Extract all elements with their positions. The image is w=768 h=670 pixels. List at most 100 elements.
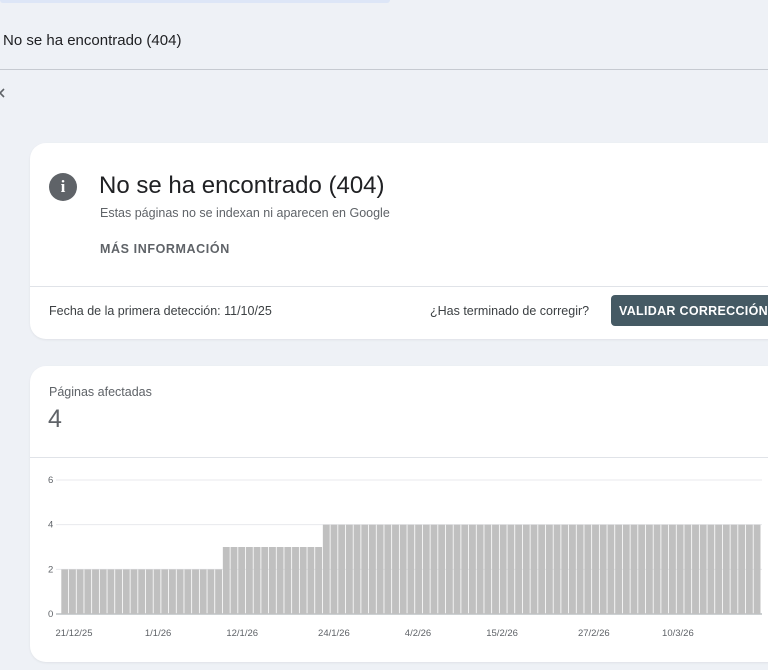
chart-bar [368, 524, 376, 614]
first-detected-date: Fecha de la primera detección: 11/10/25 [49, 304, 272, 318]
chart-bar [384, 524, 392, 614]
x-tick-label: 15/2/26 [486, 628, 518, 639]
chevron-left-icon[interactable] [0, 88, 7, 98]
page-title: No se ha encontrado (404) [3, 32, 182, 49]
chart-bar [138, 569, 146, 614]
chart-bar [292, 547, 299, 614]
chart-bar [253, 547, 261, 614]
top-tab-indicator [0, 0, 390, 3]
chart-bar [461, 524, 469, 614]
chart-bar [145, 569, 153, 614]
affected-pages-chart[interactable]: 0 2 4 6 21/12/25 1/1/26 12/1/26 24/1/26 4/2/26 15… [30, 366, 768, 662]
chart-bar [668, 524, 676, 614]
learn-more-link[interactable]: MÁS INFORMACIÓN [100, 242, 230, 256]
chart-bar [92, 569, 99, 614]
x-tick-label: 10/3/26 [662, 628, 694, 639]
chart-bar [638, 524, 646, 614]
chart-bar [61, 569, 69, 614]
info-icon: i [49, 173, 77, 201]
chart-bar [99, 569, 107, 614]
chart-bar [661, 524, 669, 614]
chart-bar [422, 524, 430, 614]
y-tick-label: 4 [48, 520, 53, 531]
chart-bar [315, 547, 323, 614]
issue-description: Estas páginas no se indexan ni aparecen … [100, 206, 390, 220]
chart-bar [707, 524, 715, 614]
chart-bar [68, 569, 76, 614]
chart-bar [522, 524, 530, 614]
chart-bar [538, 524, 546, 614]
chart-bar [415, 524, 423, 614]
y-tick-label: 6 [48, 475, 53, 486]
chart-bar [568, 524, 576, 614]
chart-bar [268, 547, 276, 614]
chart-bar [345, 524, 353, 614]
chart-bar [722, 524, 730, 614]
y-tick-label: 2 [48, 564, 53, 575]
chart-bar [168, 569, 176, 614]
chart-bar [130, 569, 138, 614]
chart-bar [530, 524, 538, 614]
chart-bar [453, 524, 461, 614]
chart-bar [615, 524, 623, 614]
chart-bar [215, 569, 223, 614]
chart-bar [153, 569, 161, 614]
x-tick-label: 1/1/26 [145, 628, 171, 639]
chart-bar [507, 524, 515, 614]
chart-bar [276, 547, 284, 614]
x-tick-label: 12/1/26 [226, 628, 258, 639]
chart-bar [392, 524, 399, 614]
chart-bar [361, 524, 369, 614]
chart-bar [399, 524, 407, 614]
chart-bar [699, 524, 707, 614]
chart-bar [284, 547, 292, 614]
chart-bar [322, 524, 330, 614]
chart-bar [684, 524, 692, 614]
chart-bar [307, 547, 315, 614]
chart-bar [745, 524, 753, 614]
chart-bar [676, 524, 684, 614]
chart-bar [184, 569, 192, 614]
chart-bar [622, 524, 630, 614]
y-tick-label: 0 [48, 609, 53, 620]
chart-bar [753, 524, 761, 614]
validate-fix-button[interactable]: VALIDAR CORRECCIÓN [611, 295, 768, 326]
issue-title: No se ha encontrado (404) [99, 172, 385, 199]
chart-bar [730, 524, 738, 614]
chart-bar [192, 569, 199, 614]
header-divider [0, 69, 768, 70]
chart-bar [492, 524, 499, 614]
chart-bar [245, 547, 253, 614]
chart-bar [222, 547, 230, 614]
x-tick-label: 4/2/26 [405, 628, 431, 639]
chart-bar [407, 524, 415, 614]
chart-bar [599, 524, 607, 614]
chart-bar [592, 524, 599, 614]
chart-bar [261, 547, 269, 614]
x-tick-label: 24/1/26 [318, 628, 350, 639]
chart-bar [484, 524, 492, 614]
chart-bar [115, 569, 123, 614]
chart-bar [84, 569, 92, 614]
chart-bar [207, 569, 215, 614]
issue-card: i No se ha encontrado (404) Estas página… [30, 143, 768, 339]
chart-bar [561, 524, 569, 614]
card-divider [30, 286, 768, 287]
chart-bar [445, 524, 453, 614]
chart-bar [738, 524, 746, 614]
chart-bar [645, 524, 653, 614]
chart-bar [338, 524, 346, 614]
chart-bar [176, 569, 184, 614]
chart-bar [122, 569, 130, 614]
chart-bar [330, 524, 338, 614]
chart-bar [553, 524, 561, 614]
chart-bar [515, 524, 523, 614]
chart-bar [238, 547, 246, 614]
chart-bar [499, 524, 507, 614]
affected-pages-card: Páginas afectadas 4 0 2 4 6 21/12/25 1/1/26 12… [30, 366, 768, 662]
chart-bar [376, 524, 384, 614]
chart-bar [353, 524, 361, 614]
chart-bar [468, 524, 476, 614]
chart-bar [653, 524, 661, 614]
chart-bar [576, 524, 584, 614]
